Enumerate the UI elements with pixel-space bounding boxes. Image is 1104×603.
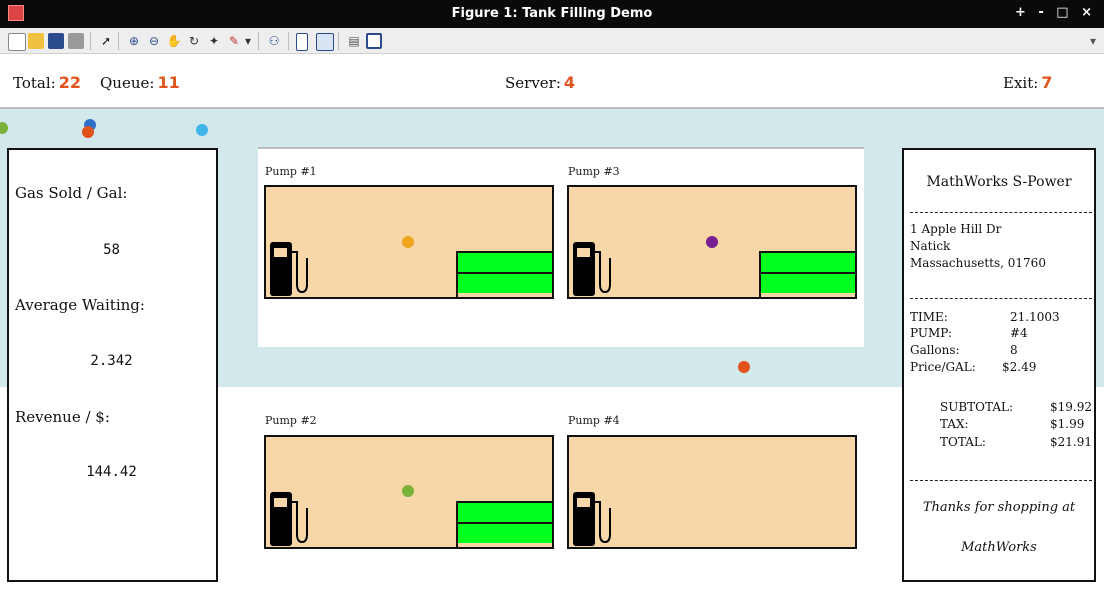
gas-pump-icon — [573, 492, 611, 546]
revenue-label: Revenue / $: — [15, 408, 110, 426]
receipt-divider — [910, 212, 1092, 213]
receipt-subtotal-label: SUBTOTAL: — [940, 400, 1014, 414]
receipt-gallons-value: 8 — [1010, 343, 1018, 357]
brush-dropdown-icon[interactable]: ▾ — [244, 33, 252, 49]
exit-value: 7 — [1041, 73, 1053, 92]
gas-pump-icon — [573, 242, 611, 296]
car-at-pump-2 — [402, 485, 414, 497]
queue-value: 11 — [157, 73, 180, 92]
receipt-company: MathWorks S-Power — [926, 174, 1072, 190]
receipt-address-line1: 1 Apple Hill Dr — [910, 222, 1002, 236]
window-controls[interactable]: + - □ × — [1015, 5, 1096, 20]
link-plot-icon[interactable]: ⚇ — [266, 33, 282, 49]
colorbar-icon[interactable] — [296, 33, 308, 51]
gas-sold-label: Gas Sold / Gal: — [15, 184, 128, 202]
receipt-price-value: $2.49 — [1002, 360, 1037, 374]
receipt-time-value: 21.1003 — [1010, 310, 1060, 324]
gas-sold-value: 58 — [103, 242, 120, 258]
pump-3-label: Pump #3 — [568, 165, 620, 178]
print-icon[interactable] — [68, 33, 84, 49]
open-folder-icon[interactable] — [28, 33, 44, 49]
receipt-thanks-line1: Thanks for shopping at — [922, 500, 1076, 515]
toolbar-overflow-icon[interactable]: ▾ — [1088, 33, 1098, 49]
zoom-out-icon[interactable]: ⊖ — [146, 33, 162, 49]
pointer-icon[interactable]: ➚ — [98, 33, 114, 49]
revenue-value: 144.42 — [86, 464, 137, 480]
brush-icon[interactable]: ✎ — [226, 33, 242, 49]
new-file-icon[interactable] — [8, 33, 26, 51]
car-exiting — [738, 361, 750, 373]
car-queued — [82, 126, 94, 138]
car-queued — [196, 124, 208, 136]
fuel-tank — [759, 251, 855, 297]
car-at-pump-3 — [706, 236, 718, 248]
receipt-total-value: $21.91 — [1050, 435, 1092, 449]
receipt-tax-value: $1.99 — [1050, 417, 1085, 431]
queue-status-header: Total: 22 Queue: 11 Server: 4 Exit: 7 — [0, 55, 1104, 109]
zoom-in-icon[interactable]: ⊕ — [126, 33, 142, 49]
total-label: Total: — [13, 74, 56, 92]
exit-label: Exit: — [1003, 74, 1039, 92]
total-value: 22 — [58, 73, 81, 92]
stats-panel: Gas Sold / Gal: 58 Average Waiting: 2.34… — [7, 148, 218, 582]
save-icon[interactable] — [48, 33, 64, 49]
pump-1-label: Pump #1 — [265, 165, 317, 178]
hide-tools-icon[interactable]: ▤ — [346, 33, 362, 49]
receipt-thanks-line2: MathWorks — [961, 540, 1037, 555]
exit-count: Exit: 7 — [1003, 73, 1052, 92]
server-count: Server: 4 — [505, 73, 575, 92]
avg-waiting-value: 2.342 — [90, 353, 133, 369]
pump-4 — [567, 435, 857, 549]
fuel-tank — [456, 251, 552, 297]
receipt-address-line2: Natick — [910, 239, 951, 253]
receipt-panel: MathWorks S-Power 1 Apple Hill Dr Natick… — [902, 148, 1096, 582]
server-value: 4 — [563, 73, 576, 92]
receipt-tax-label: TAX: — [940, 417, 969, 431]
queue-count: Queue: 11 — [100, 73, 180, 92]
dock-icon[interactable] — [366, 33, 382, 49]
receipt-total-label: TOTAL: — [940, 435, 986, 449]
fuel-tank — [456, 501, 552, 547]
total-count: Total: 22 — [13, 73, 81, 92]
data-cursor-icon[interactable]: ✦ — [206, 33, 222, 49]
queue-label: Queue: — [100, 74, 155, 92]
gas-pump-icon — [270, 242, 308, 296]
receipt-divider — [910, 298, 1092, 299]
receipt-pump-value: #4 — [1010, 326, 1028, 340]
pan-icon[interactable]: ✋ — [166, 33, 182, 49]
window-title-bar: Figure 1: Tank Filling Demo + - □ × — [0, 0, 1104, 28]
figure-toolbar: ➚ ⊕ ⊖ ✋ ↻ ✦ ✎ ▾ ⚇ ▤ ▾ — [0, 28, 1104, 54]
avg-waiting-label: Average Waiting: — [15, 296, 145, 314]
receipt-subtotal-value: $19.92 — [1050, 400, 1092, 414]
receipt-address-line3: Massachusetts, 01760 — [910, 256, 1046, 270]
car-at-pump-1 — [402, 236, 414, 248]
receipt-time-label: TIME: — [910, 310, 948, 324]
receipt-gallons-label: Gallons: — [910, 343, 960, 357]
gas-pump-icon — [270, 492, 308, 546]
rotate-3d-icon[interactable]: ↻ — [186, 33, 202, 49]
receipt-pump-label: PUMP: — [910, 326, 952, 340]
server-label: Server: — [505, 74, 561, 92]
receipt-divider — [910, 480, 1092, 481]
window-title: Figure 1: Tank Filling Demo — [451, 6, 653, 21]
pump-4-label: Pump #4 — [568, 414, 620, 427]
legend-icon[interactable] — [316, 33, 334, 51]
receipt-price-label: Price/GAL: — [910, 360, 976, 374]
pump-2-label: Pump #2 — [265, 414, 317, 427]
